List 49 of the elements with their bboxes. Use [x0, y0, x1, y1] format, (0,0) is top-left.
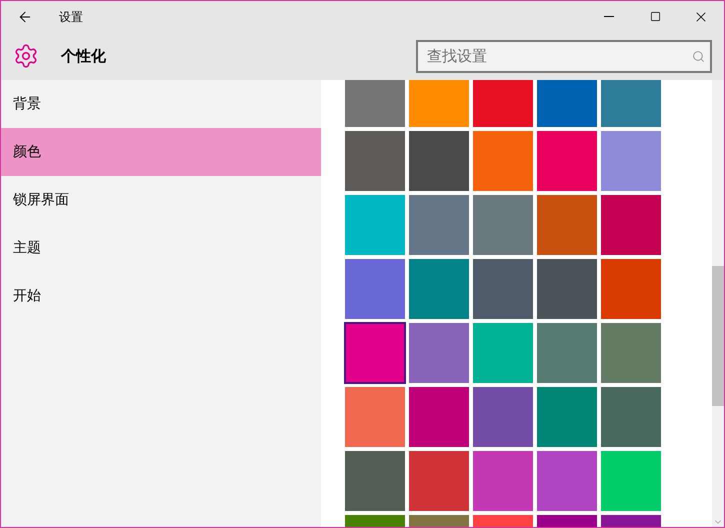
color-swatch[interactable]: [473, 80, 533, 127]
search-icon: [692, 50, 705, 62]
color-swatch[interactable]: [409, 451, 469, 511]
color-swatch[interactable]: [601, 195, 661, 255]
color-swatch[interactable]: [601, 451, 661, 511]
window-title: 设置: [59, 8, 83, 26]
color-swatch[interactable]: [473, 131, 533, 191]
color-swatch[interactable]: [601, 323, 661, 383]
sidebar-item[interactable]: 开始: [1, 272, 321, 320]
sidebar-item[interactable]: 颜色: [1, 128, 321, 176]
color-swatch[interactable]: [537, 195, 597, 255]
color-swatch[interactable]: [473, 451, 533, 511]
color-swatch[interactable]: [473, 387, 533, 447]
sidebar-item[interactable]: 锁屏界面: [1, 176, 321, 224]
search-field[interactable]: 查找设置: [416, 40, 712, 72]
color-swatch[interactable]: [409, 80, 469, 127]
color-swatch[interactable]: [345, 259, 405, 319]
sidebar-item[interactable]: 主题: [1, 224, 321, 272]
color-swatch[interactable]: [473, 323, 533, 383]
color-swatch[interactable]: [601, 387, 661, 447]
color-swatch[interactable]: [601, 131, 661, 191]
scrollbar[interactable]: [712, 80, 724, 527]
color-swatch[interactable]: [537, 259, 597, 319]
color-swatch[interactable]: [409, 259, 469, 319]
scrollbar-thumb[interactable]: [712, 266, 724, 406]
color-swatch[interactable]: [345, 387, 405, 447]
sidebar-item[interactable]: 背景: [1, 80, 321, 128]
color-swatch[interactable]: [409, 323, 469, 383]
page-title: 个性化: [61, 46, 106, 67]
maximize-icon: [650, 11, 660, 22]
color-swatch[interactable]: [345, 80, 405, 127]
color-swatch[interactable]: [345, 195, 405, 255]
color-swatch[interactable]: [537, 451, 597, 511]
color-swatch[interactable]: [345, 131, 405, 191]
color-swatch[interactable]: [537, 323, 597, 383]
gear-icon: [13, 43, 39, 69]
color-swatch[interactable]: [409, 195, 469, 255]
color-swatch[interactable]: [345, 451, 405, 511]
color-swatch[interactable]: [537, 131, 597, 191]
color-swatch[interactable]: [409, 387, 469, 447]
color-swatch[interactable]: [601, 259, 661, 319]
minimize-icon: [604, 16, 614, 17]
color-swatch[interactable]: [473, 259, 533, 319]
color-swatch[interactable]: [473, 195, 533, 255]
color-swatch[interactable]: [537, 80, 597, 127]
color-swatch[interactable]: [537, 387, 597, 447]
color-swatch[interactable]: [409, 131, 469, 191]
color-swatch[interactable]: [601, 80, 661, 127]
color-swatch[interactable]: [345, 323, 405, 383]
